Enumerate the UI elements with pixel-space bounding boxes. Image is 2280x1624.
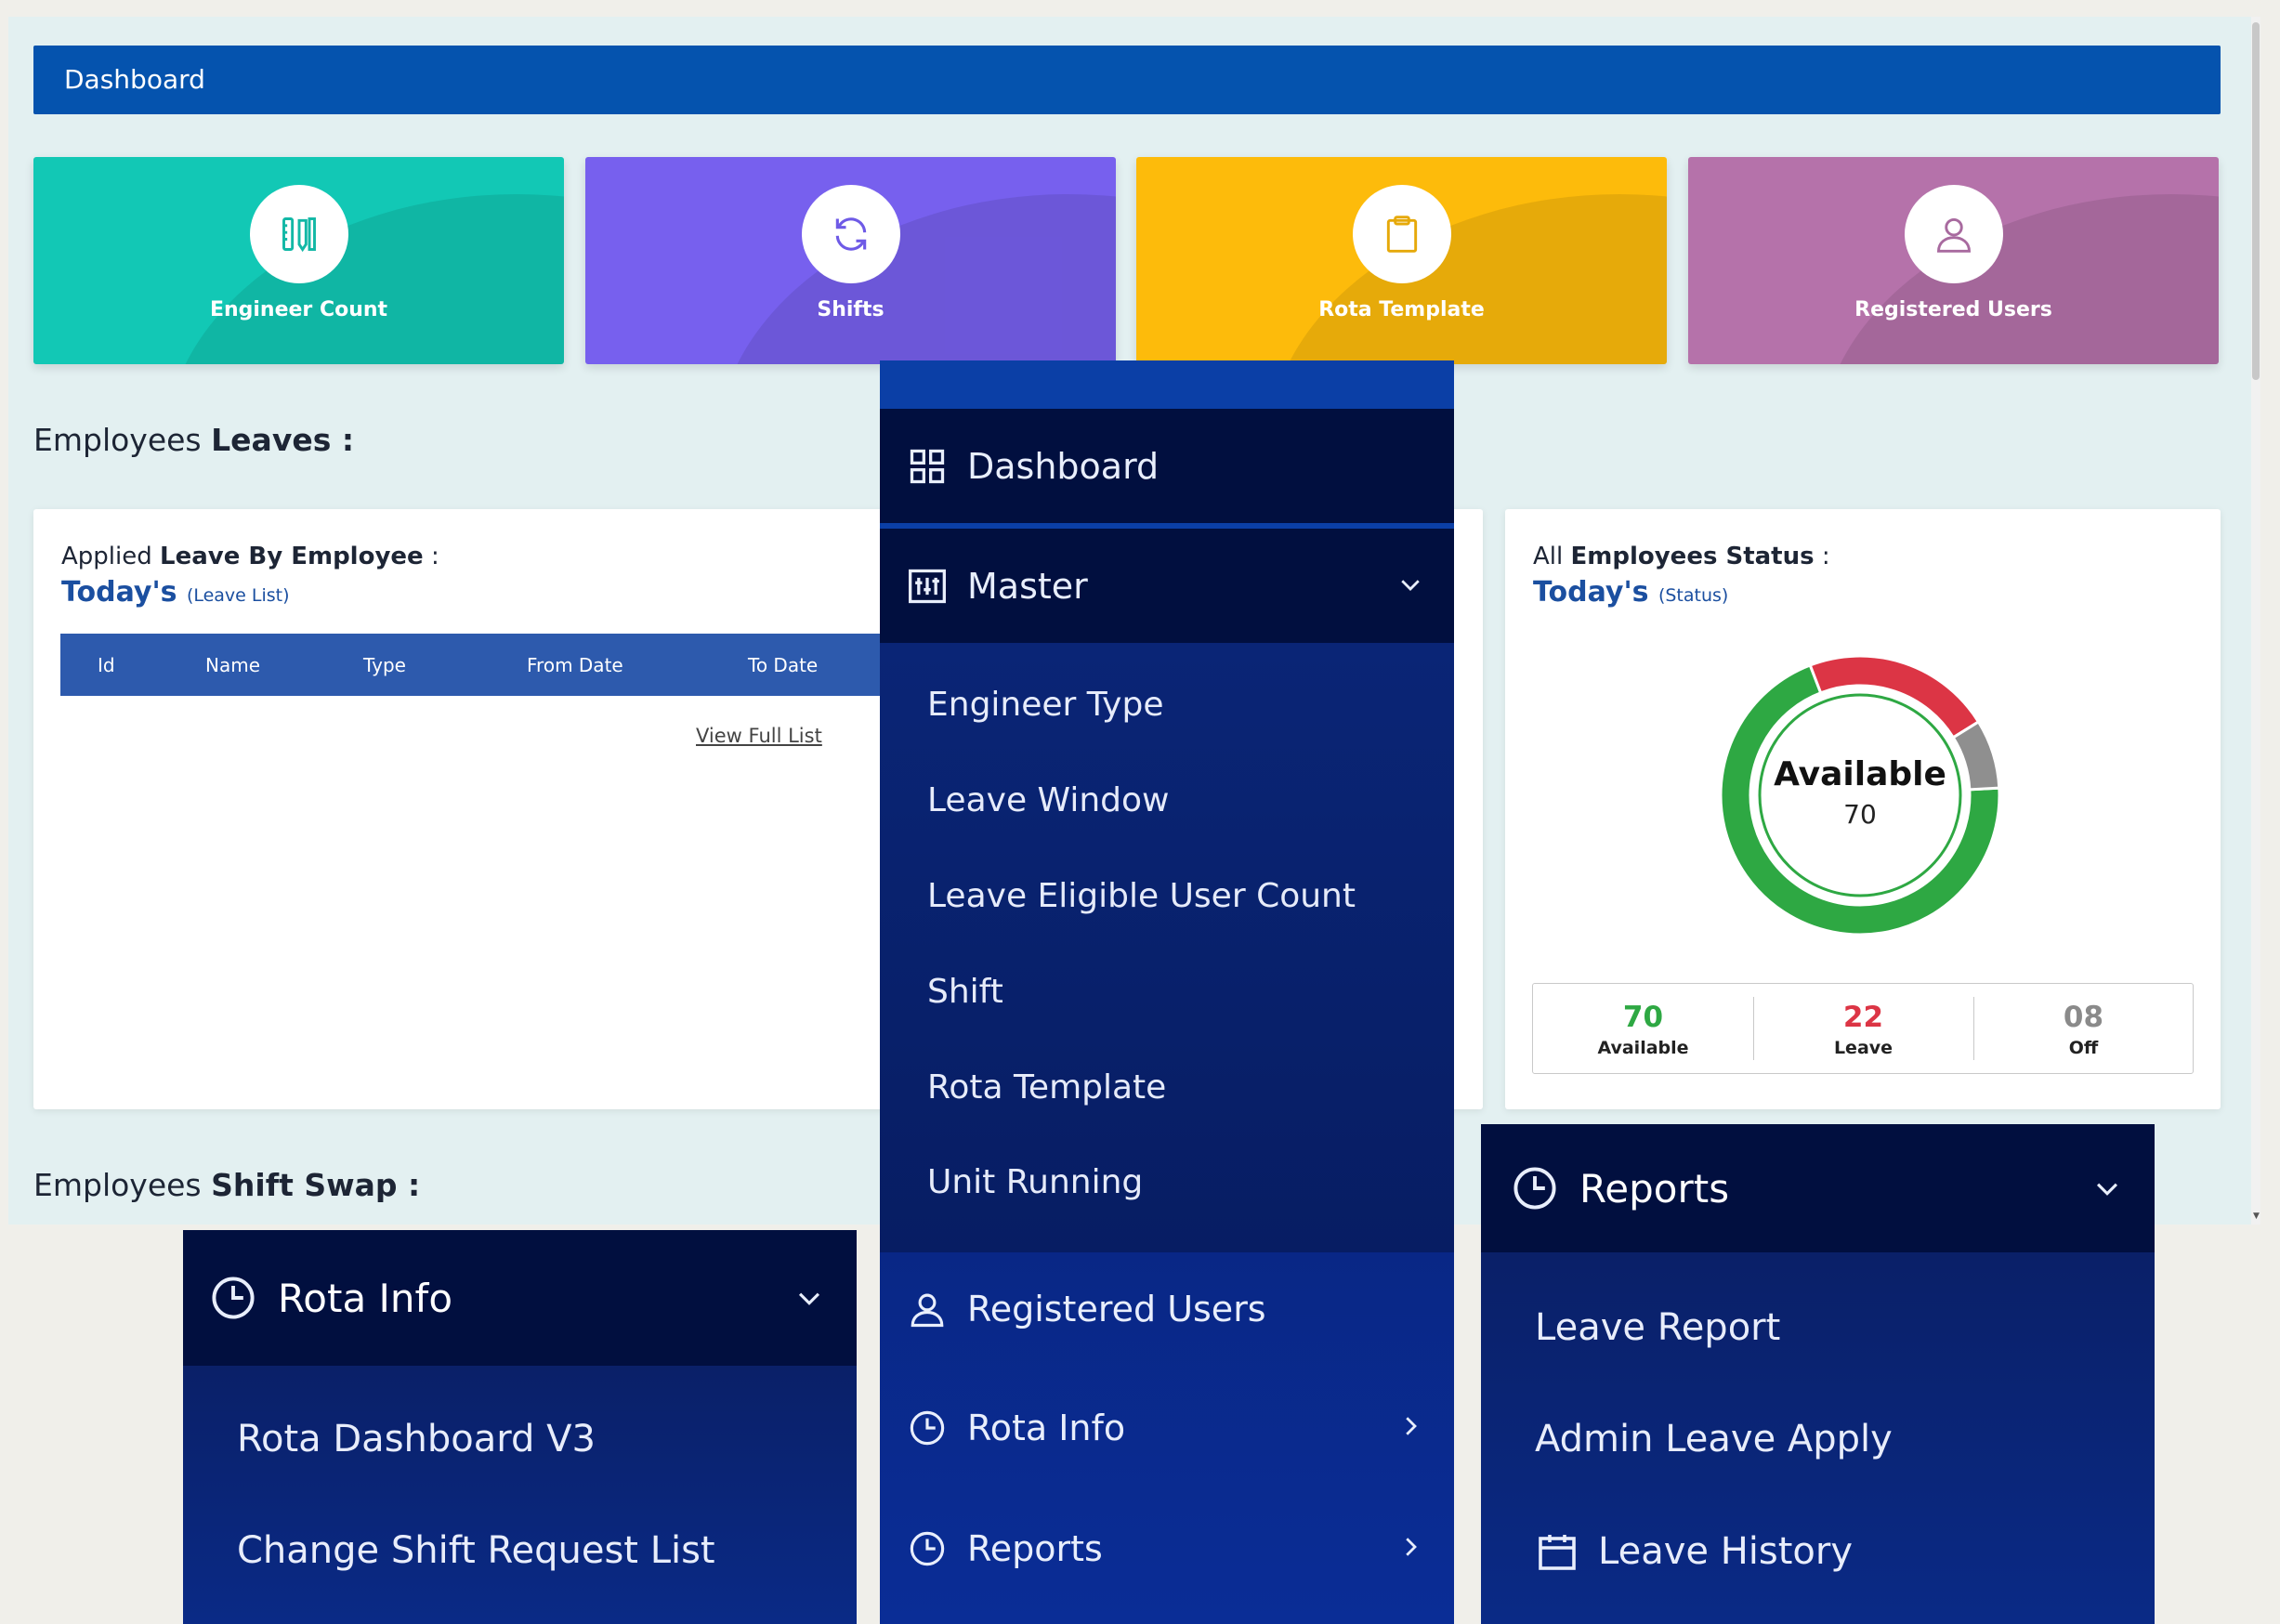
sidebar-subitem-leave-eligible-user-count[interactable]: Leave Eligible User Count xyxy=(927,877,1356,915)
card-label: Engineer Count xyxy=(209,298,388,321)
view-full-list-link[interactable]: View Full List xyxy=(696,725,822,747)
stat-available: 70 Available xyxy=(1597,1001,1689,1058)
admin-leave-apply-item[interactable]: Admin Leave Apply xyxy=(1535,1418,1893,1460)
rota-info-menu: Rota Info Rota Dashboard V3 Change Shift… xyxy=(183,1230,857,1624)
chevron-right-icon xyxy=(1396,1408,1424,1448)
clock-icon xyxy=(906,1527,949,1570)
leave-table-header: Id Name Type From Date To Date xyxy=(60,634,897,696)
calendar-icon xyxy=(1535,1529,1579,1574)
page-scrollbar[interactable]: ▼ xyxy=(2251,17,2260,1225)
leave-panel-title: Applied Leave By Employee : xyxy=(61,543,439,570)
sidebar-item-rota-info[interactable]: Rota Info xyxy=(880,1377,1454,1479)
clock-icon xyxy=(209,1274,257,1322)
card-registered-users[interactable]: Registered Users xyxy=(1688,157,2219,364)
user-icon xyxy=(906,1288,949,1330)
grid-icon xyxy=(906,445,949,488)
column-name[interactable]: Name xyxy=(205,654,260,676)
rota-dashboard-v3-item[interactable]: Rota Dashboard V3 xyxy=(237,1418,596,1460)
chevron-right-icon xyxy=(1396,1528,1424,1569)
sidebar-subitem-unit-running[interactable]: Unit Running xyxy=(927,1163,1143,1201)
card-label: Registered Users xyxy=(1854,298,2052,321)
status-panel-subtitle: Today's (Status) xyxy=(1533,576,1729,609)
chevron-down-icon xyxy=(793,1282,825,1314)
reports-menu: Reports Leave Report Admin Leave Apply L… xyxy=(1481,1124,2155,1624)
stat-leave: 22 Leave xyxy=(1833,1001,1893,1058)
status-summary: 70 Available 22 Leave 08 Off xyxy=(1532,983,2194,1074)
leave-history-item[interactable]: Leave History xyxy=(1535,1529,1853,1574)
sidebar-item-dashboard[interactable]: Dashboard xyxy=(880,409,1454,523)
sidebar-menu: Dashboard Master Engineer Type Leave Win… xyxy=(880,360,1454,1624)
user-icon xyxy=(1904,185,2003,283)
column-id[interactable]: Id xyxy=(98,654,115,676)
leaves-section-title: Employees Leaves : xyxy=(33,422,355,458)
sidebar-item-registered-users[interactable]: Registered Users xyxy=(880,1258,1454,1360)
column-from-date[interactable]: From Date xyxy=(527,654,623,676)
sidebar-subitem-shift[interactable]: Shift xyxy=(927,973,1003,1011)
card-shifts[interactable]: Shifts xyxy=(585,157,1116,364)
sidebar-subitem-leave-window[interactable]: Leave Window xyxy=(927,781,1169,819)
column-to-date[interactable]: To Date xyxy=(748,654,818,676)
sidebar-subitem-rota-template[interactable]: Rota Template xyxy=(927,1068,1166,1107)
refresh-icon xyxy=(801,185,900,283)
reports-header[interactable]: Reports xyxy=(1481,1124,2155,1252)
clock-icon xyxy=(1511,1164,1559,1212)
donut-center-label: Available 70 xyxy=(1774,755,1946,830)
clock-icon xyxy=(906,1407,949,1449)
clipboard-icon xyxy=(1352,185,1451,283)
chevron-down-icon xyxy=(1396,566,1424,607)
leave-report-item[interactable]: Leave Report xyxy=(1535,1306,1780,1349)
page-header: Dashboard xyxy=(33,46,2221,114)
stat-off: 08 Off xyxy=(2063,1001,2104,1058)
rota-info-header[interactable]: Rota Info xyxy=(183,1230,857,1366)
sidebar-item-master[interactable]: Master xyxy=(880,529,1454,643)
change-shift-request-list-item[interactable]: Change Shift Request List xyxy=(237,1529,715,1572)
sidebar-subitem-engineer-type[interactable]: Engineer Type xyxy=(927,686,1163,724)
sliders-icon xyxy=(906,565,949,608)
sidebar-item-reports[interactable]: Reports xyxy=(880,1498,1454,1600)
status-panel-title: All Employees Status : xyxy=(1533,543,1830,570)
card-engineer-count[interactable]: Engineer Count xyxy=(33,157,564,364)
ruler-pencil-icon xyxy=(249,185,348,283)
column-type[interactable]: Type xyxy=(363,654,406,676)
card-rota-template[interactable]: Rota Template xyxy=(1136,157,1667,364)
card-label: Shifts xyxy=(817,298,884,321)
leave-panel-subtitle: Today's (Leave List) xyxy=(61,576,290,609)
card-label: Rota Template xyxy=(1318,298,1485,321)
chevron-down-icon xyxy=(2091,1172,2123,1204)
shift-swap-section-title: Employees Shift Swap : xyxy=(33,1167,421,1203)
